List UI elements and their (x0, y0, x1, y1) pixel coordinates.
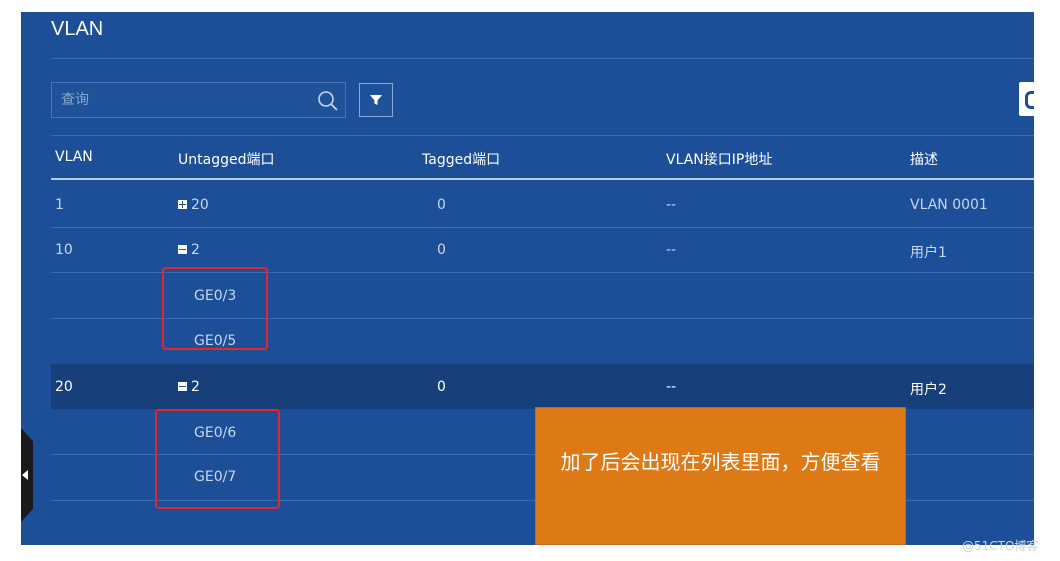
collapse-icon[interactable] (178, 382, 187, 391)
cell-tagged: 0 (437, 379, 446, 395)
expand-icon[interactable] (178, 200, 187, 209)
search-input[interactable] (52, 83, 312, 117)
watermark: @51CTO博客 (962, 539, 1039, 553)
table-top-divider (51, 135, 1034, 136)
sidebar-toggle[interactable] (21, 428, 33, 522)
column-header-vlan[interactable]: VLAN (55, 149, 93, 165)
row-divider (51, 227, 1034, 228)
highlight-box (155, 409, 280, 509)
search-box (51, 82, 346, 118)
column-header-untagged[interactable]: Untagged端口 (178, 149, 274, 169)
cell-desc: 用户2 (910, 382, 947, 398)
cell-ip: -- (666, 379, 677, 395)
column-header-tagged[interactable]: Tagged端口 (422, 149, 500, 169)
cell-tagged: 0 (437, 197, 446, 213)
filter-button[interactable] (359, 83, 393, 117)
title-divider (51, 58, 1034, 59)
cell-vlan: 10 (55, 242, 73, 258)
cell-ip: -- (666, 197, 677, 213)
callout-text: 加了后会出现在列表里面，方便查看 (560, 450, 881, 474)
cell-tagged: 0 (437, 242, 446, 258)
column-header-desc[interactable]: 描述 (910, 149, 938, 169)
cell-ip: -- (666, 242, 677, 258)
highlight-box (162, 267, 268, 350)
search-icon[interactable] (316, 89, 340, 113)
filter-icon (370, 95, 382, 105)
cell-desc: VLAN 0001 (910, 197, 988, 213)
page-title: VLAN (51, 18, 104, 40)
header-divider (51, 178, 1034, 180)
chevron-left-icon (22, 470, 28, 480)
refresh-button[interactable] (1019, 82, 1034, 116)
cell-vlan: 20 (55, 379, 73, 395)
cell-vlan: 1 (55, 197, 64, 213)
cell-untagged: 20 (178, 197, 209, 213)
cell-desc: 用户1 (910, 245, 947, 261)
cell-untagged: 2 (178, 242, 200, 258)
column-header-ip[interactable]: VLAN接口IP地址 (666, 149, 772, 169)
collapse-icon[interactable] (178, 245, 187, 254)
refresh-icon (1025, 91, 1034, 109)
annotation-callout: 加了后会出现在列表里面，方便查看 (535, 407, 906, 545)
cell-untagged: 2 (178, 379, 200, 395)
